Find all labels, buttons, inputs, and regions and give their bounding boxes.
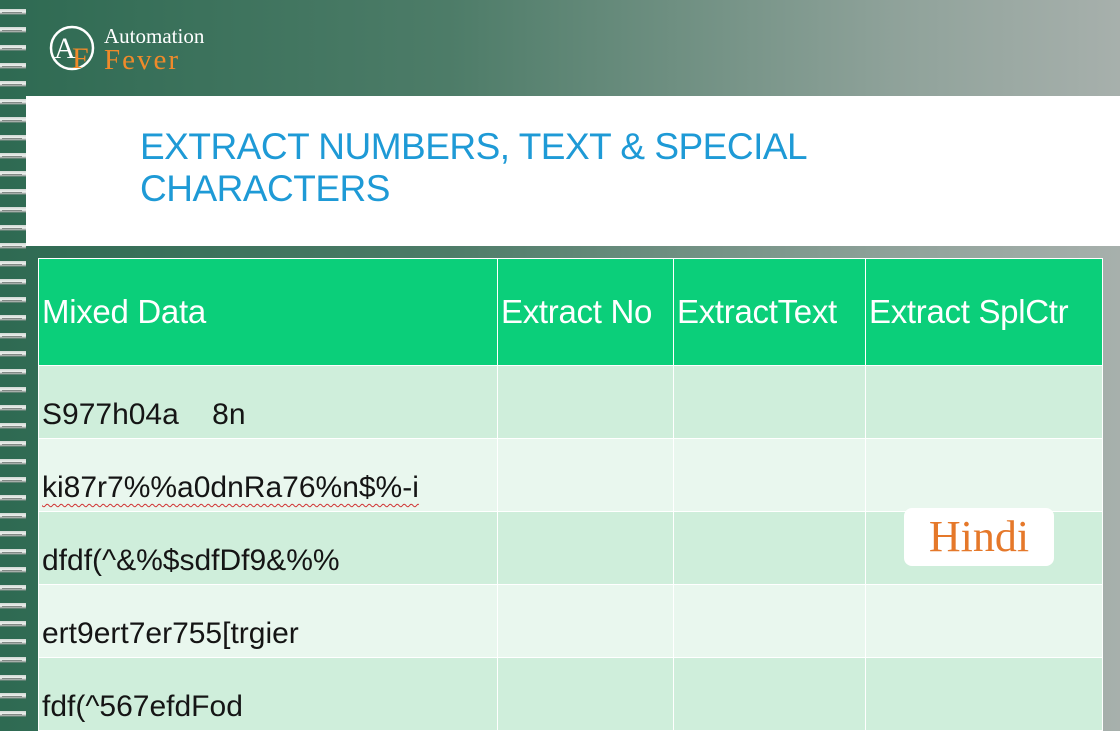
- cell-mixed-data[interactable]: ki87r7%%a0dnRa76%n$%-i: [38, 438, 498, 512]
- table-row: S977h04a 8n: [38, 365, 1103, 439]
- cell-text: fdf(^567efdFod: [42, 690, 243, 723]
- cell-mixed-data[interactable]: S977h04a 8n: [38, 365, 498, 439]
- cell-mixed-data[interactable]: ert9ert7er755[trgier: [38, 584, 498, 658]
- cell-extract-no[interactable]: [497, 584, 674, 658]
- cell-extract-text[interactable]: [673, 511, 866, 585]
- cell-extract-text[interactable]: [673, 584, 866, 658]
- table-header-row: Mixed Data Extract No ExtractText Extrac…: [38, 258, 1103, 366]
- slide-title-line-2: CHARACTERS: [140, 168, 390, 209]
- data-table: Mixed Data Extract No ExtractText Extrac…: [38, 258, 1103, 731]
- cell-extract-no[interactable]: [497, 365, 674, 439]
- slide-title-line-1: EXTRACT NUMBERS, TEXT & SPECIAL: [140, 126, 808, 167]
- spiral-rings: [2, 0, 22, 720]
- table-row: ert9ert7er755[trgier: [38, 584, 1103, 658]
- cell-extract-no[interactable]: [497, 511, 674, 585]
- hindi-language-badge: Hindi: [904, 508, 1054, 566]
- data-table-container: Mixed Data Extract No ExtractText Extrac…: [38, 258, 1103, 731]
- table-row: ki87r7%%a0dnRa76%n$%-i: [38, 438, 1103, 512]
- svg-text:F: F: [72, 42, 89, 75]
- cell-text: S977h04a 8n: [42, 398, 246, 431]
- cell-extract-text[interactable]: [673, 438, 866, 512]
- logo-text-fever: Fever: [104, 44, 181, 76]
- cell-extract-splctr[interactable]: [865, 438, 1103, 512]
- cell-mixed-data[interactable]: dfdf(^&%$sdfDf9&%%: [38, 511, 498, 585]
- header-extract-no[interactable]: Extract No: [497, 258, 674, 366]
- cell-text: ki87r7%%a0dnRa76%n$%-i: [42, 471, 419, 504]
- cell-text: ert9ert7er755[trgier: [42, 617, 299, 650]
- slide-title: EXTRACT NUMBERS, TEXT & SPECIAL CHARACTE…: [140, 126, 900, 210]
- cell-text: dfdf(^&%$sdfDf9&%%: [42, 544, 340, 577]
- cell-extract-splctr[interactable]: [865, 584, 1103, 658]
- header-extract-text[interactable]: ExtractText: [673, 258, 866, 366]
- automation-fever-logo: A F Automation Fever: [48, 22, 228, 82]
- cell-extract-no[interactable]: [497, 438, 674, 512]
- header-mixed-data[interactable]: Mixed Data: [38, 258, 498, 366]
- cell-extract-text[interactable]: [673, 365, 866, 439]
- header-extract-splctr[interactable]: Extract SplCtr: [865, 258, 1103, 366]
- af-logo-icon: A F: [49, 25, 95, 75]
- cell-extract-splctr[interactable]: [865, 365, 1103, 439]
